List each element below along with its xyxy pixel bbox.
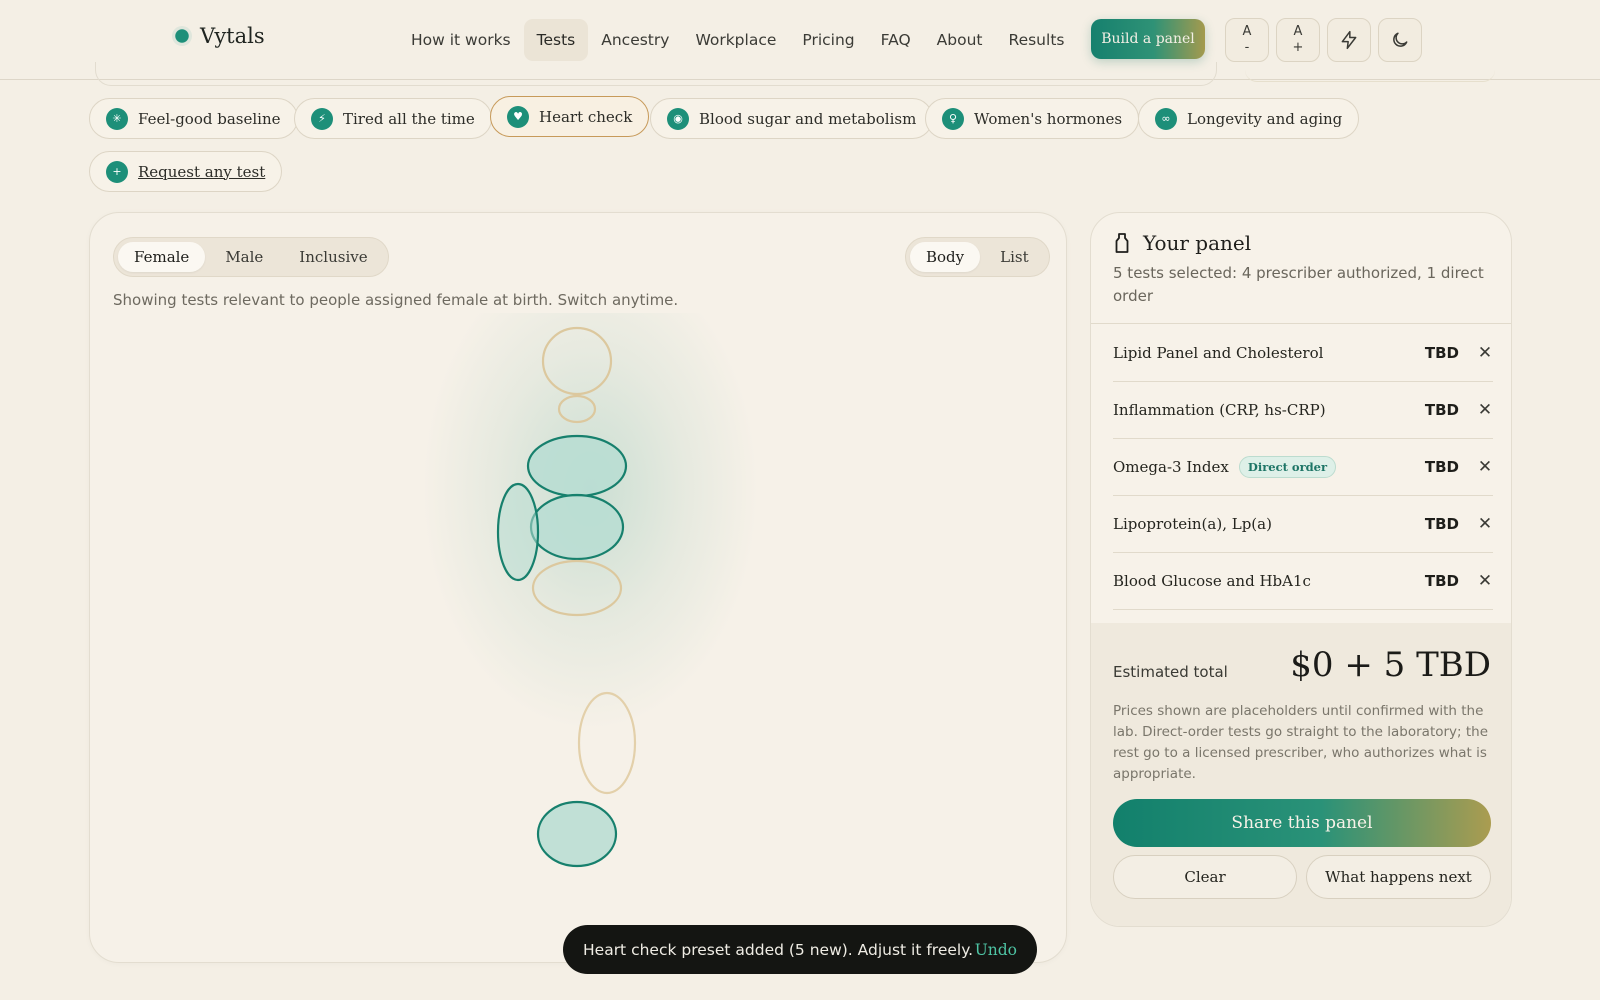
nav-tests[interactable]: Tests (523, 19, 589, 61)
remove-icon[interactable]: ✕ (1477, 514, 1493, 534)
clear-button[interactable]: Clear (1113, 855, 1297, 899)
plus-icon: + (106, 160, 128, 183)
panel-title: Your panel (1143, 231, 1252, 255)
preset-label: Women's hormones (974, 109, 1123, 128)
divider (1091, 323, 1511, 324)
remove-icon[interactable]: ✕ (1477, 343, 1493, 363)
target-icon: ◉ (667, 107, 689, 130)
organ-gut[interactable] (531, 559, 623, 617)
preset-label: Feel-good baseline (138, 109, 281, 128)
test-price: TBD (1424, 401, 1459, 419)
test-name: Blood Glucose and HbA1c (1113, 572, 1311, 590)
moon-icon (1393, 32, 1408, 47)
direct-order-badge: Direct order (1238, 456, 1337, 478)
list-item: Blood Glucose and HbA1c TBD ✕ (1113, 553, 1493, 610)
organ-thyroid[interactable] (557, 394, 597, 424)
test-price: TBD (1424, 572, 1459, 590)
pricing-disclaimer: Prices shown are placeholders until conf… (1113, 703, 1489, 782)
body-map (496, 326, 637, 868)
organ-blood[interactable] (536, 800, 618, 868)
bottle-icon (1115, 233, 1129, 253)
test-price: TBD (1424, 515, 1459, 533)
infinity-icon: ∞ (1155, 107, 1177, 130)
organ-leg[interactable] (577, 691, 637, 795)
theme-toggle-button[interactable] (1378, 18, 1422, 62)
font-decrease-sign: - (1244, 40, 1250, 55)
test-name: Lipoprotein(a), Lp(a) (1113, 515, 1272, 533)
estimated-total-value: $0 + 5 TBD (1290, 645, 1491, 685)
heart-icon: ♥ (507, 105, 529, 128)
your-panel: Your panel 5 tests selected: 4 prescribe… (1090, 212, 1512, 927)
panel-test-list: Lipid Panel and Cholesterol TBD ✕ Inflam… (1113, 325, 1493, 610)
nav-workplace[interactable]: Workplace (682, 19, 789, 61)
toast-message: Heart check preset added (5 new). Adjust… (583, 940, 974, 959)
brand[interactable]: Vytals (172, 24, 265, 48)
share-panel-button[interactable]: Share this panel (1113, 799, 1491, 847)
preset-tired-all-the-time[interactable]: ⚡ Tired all the time (294, 98, 492, 139)
undo-button[interactable]: Undo (975, 941, 1017, 959)
estimated-total-label: Estimated total (1113, 663, 1228, 681)
lightning-icon: ⚡ (311, 107, 333, 130)
preset-blood-sugar-and-metabolism[interactable]: ◉ Blood sugar and metabolism (650, 98, 934, 139)
nav-results[interactable]: Results (996, 19, 1078, 61)
brand-name: Vytals (200, 24, 265, 48)
remove-icon[interactable]: ✕ (1477, 400, 1493, 420)
preset-label: Heart check (539, 107, 633, 126)
list-item: Lipid Panel and Cholesterol TBD ✕ (1113, 325, 1493, 382)
test-price: TBD (1424, 458, 1459, 476)
preset-feel-good-baseline[interactable]: ✳ Feel-good baseline (89, 98, 298, 139)
female-icon: ♀ (942, 107, 964, 130)
build-panel-button[interactable]: Build a panel (1091, 19, 1205, 59)
preset-longevity-and-aging[interactable]: ∞ Longevity and aging (1138, 98, 1360, 139)
nav-about[interactable]: About (924, 19, 996, 61)
what-happens-next-button[interactable]: What happens next (1306, 855, 1491, 899)
test-price: TBD (1424, 344, 1459, 362)
body-map-card: Female Male Inclusive Body List Showing … (89, 212, 1067, 963)
organ-vessels[interactable] (496, 482, 540, 582)
nav-faq[interactable]: FAQ (868, 19, 924, 61)
preset-label: Longevity and aging (1187, 109, 1343, 128)
font-increase-button[interactable]: A + (1276, 18, 1320, 62)
list-item: Lipoprotein(a), Lp(a) TBD ✕ (1113, 496, 1493, 553)
nav-pricing[interactable]: Pricing (789, 19, 867, 61)
quick-mode-button[interactable] (1327, 18, 1371, 62)
list-item: Omega-3 Index Direct order TBD ✕ (1113, 439, 1493, 496)
test-name: Inflammation (CRP, hs-CRP) (1113, 401, 1326, 419)
test-name: Lipid Panel and Cholesterol (1113, 344, 1324, 362)
font-decrease-letter: A (1242, 24, 1252, 39)
font-increase-letter: A (1293, 24, 1303, 39)
test-name: Omega-3 Index (1113, 458, 1229, 476)
nav-ancestry[interactable]: Ancestry (588, 19, 682, 61)
search-button-edge (1245, 62, 1495, 82)
organ-heart[interactable] (526, 434, 628, 498)
preset-heart-check[interactable]: ♥ Heart check (490, 96, 650, 137)
font-increase-sign: + (1292, 40, 1304, 55)
asterisk-icon: ✳ (106, 107, 128, 130)
panel-summary: Estimated total $0 + 5 TBD Prices shown … (1091, 623, 1511, 926)
toast-notification: Heart check preset added (5 new). Adjust… (563, 925, 1037, 974)
preset-womens-hormones[interactable]: ♀ Women's hormones (925, 98, 1140, 139)
search-bar-edge (95, 62, 1217, 86)
organ-liver[interactable] (529, 493, 625, 561)
request-any-test-link[interactable]: Request any test (138, 163, 265, 181)
nav-how-it-works[interactable]: How it works (398, 19, 524, 61)
preset-label: Blood sugar and metabolism (699, 109, 917, 128)
main-nav: How it works Tests Ancestry Workplace Pr… (398, 19, 1077, 61)
remove-icon[interactable]: ✕ (1477, 457, 1493, 477)
organ-head[interactable] (541, 326, 613, 396)
lightning-icon (1341, 30, 1357, 50)
brand-logo-icon (172, 26, 192, 46)
font-decrease-button[interactable]: A - (1225, 18, 1269, 62)
request-any-test-chip[interactable]: + Request any test (89, 151, 283, 192)
list-item: Inflammation (CRP, hs-CRP) TBD ✕ (1113, 382, 1493, 439)
panel-subtitle: 5 tests selected: 4 prescriber authorize… (1113, 264, 1484, 305)
remove-icon[interactable]: ✕ (1477, 571, 1493, 591)
preset-label: Tired all the time (343, 109, 475, 128)
